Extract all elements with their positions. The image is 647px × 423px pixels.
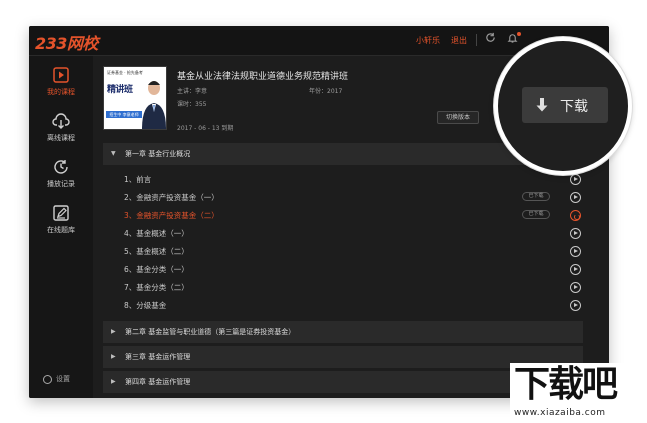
thumbnail-caption: 证券基金 · 抢先备考: [107, 70, 143, 75]
course-lessons: 课时：355: [177, 101, 207, 108]
chevron-down-icon: ▼: [111, 150, 116, 157]
app-logo: 233网校: [35, 34, 98, 53]
screenshot-stage: 233网校 小轩乐 退出 我的课程 离线课程 播放记录 在线题库 设置 证券基金…: [0, 0, 647, 423]
sidebar-item-label: 播放记录: [47, 180, 75, 188]
lesson-item[interactable]: 5、基金概述（二）: [124, 246, 189, 258]
switch-version-button[interactable]: 切换版本: [437, 111, 479, 124]
course-title: 基金从业法律法规职业道德业务规范精讲班: [177, 72, 349, 82]
lesson-item[interactable]: 4、基金概述（一）: [124, 228, 189, 240]
chapter-title: 第四章 基金运作管理: [125, 378, 191, 386]
download-button[interactable]: 下载: [522, 87, 608, 123]
lesson-item[interactable]: 2、金融资产投资基金（一）: [124, 192, 219, 204]
cloud-download-icon: [52, 113, 70, 129]
chapter-title: 第一章 基金行业概况: [125, 150, 191, 158]
sidebar-item-label: 我的课程: [47, 88, 75, 96]
refresh-icon[interactable]: [485, 32, 496, 48]
play-icon[interactable]: [570, 300, 581, 311]
settings-label: 设置: [56, 375, 70, 383]
playing-icon[interactable]: [570, 210, 581, 221]
site-watermark: 下载吧 www.xiazaiba.com: [510, 363, 647, 423]
lesson-item-active[interactable]: 3、金融资产投资基金（二）: [124, 210, 219, 222]
watermark-url: www.xiazaiba.com: [514, 408, 606, 418]
download-arrow-icon: [536, 98, 548, 112]
lesson-item[interactable]: 8、分级基金: [124, 300, 166, 312]
settings-button[interactable]: 设置: [43, 374, 70, 384]
chevron-right-icon: ▶: [111, 378, 116, 385]
gear-icon: [43, 374, 52, 384]
downloaded-badge: 已下载: [522, 210, 550, 219]
play-icon[interactable]: [570, 246, 581, 257]
lesson-item[interactable]: 6、基金分类（一）: [124, 264, 189, 276]
sidebar-item-label: 在线题库: [47, 226, 75, 234]
logout-link[interactable]: 退出: [451, 35, 467, 46]
play-icon[interactable]: [570, 228, 581, 239]
sidebar: 我的课程 离线课程 播放记录 在线题库 设置: [29, 56, 93, 398]
play-icon[interactable]: [570, 192, 581, 203]
play-square-icon: [53, 67, 69, 83]
lesson-item[interactable]: 1、前言: [124, 174, 151, 186]
chapter-header[interactable]: ▶ 第二章 基金监管与职业道德（第三篇是证券投资基金）: [103, 321, 583, 343]
notification-dot: [517, 32, 521, 36]
chevron-right-icon: ▶: [111, 353, 116, 360]
course-thumbnail[interactable]: 证券基金 · 抢先备考 精讲班 招生中 李意老师: [103, 66, 167, 130]
teacher-photo: [142, 81, 166, 129]
sidebar-item-offline-courses[interactable]: 离线课程: [29, 112, 93, 156]
play-icon[interactable]: [570, 264, 581, 275]
downloaded-badge: 已下载: [522, 192, 550, 201]
username-link[interactable]: 小轩乐: [416, 35, 440, 46]
sidebar-item-play-history[interactable]: 播放记录: [29, 158, 93, 202]
download-label: 下载: [560, 99, 588, 115]
chapter-title: 第三章 基金运作管理: [125, 353, 191, 361]
course-teacher: 主讲：李意: [177, 88, 208, 95]
magnifier-callout: 下载: [494, 37, 632, 175]
thumbnail-title: 精讲班: [107, 85, 133, 95]
chevron-right-icon: ▶: [111, 328, 116, 335]
course-year: 年份：2017: [309, 88, 343, 95]
play-icon[interactable]: [570, 174, 581, 185]
sidebar-item-label: 离线课程: [47, 134, 75, 142]
clock-history-icon: [54, 160, 68, 174]
play-icon[interactable]: [570, 282, 581, 293]
sidebar-item-my-courses[interactable]: 我的课程: [29, 66, 93, 110]
sidebar-item-question-bank[interactable]: 在线题库: [29, 204, 93, 248]
lesson-item[interactable]: 7、基金分类（二）: [124, 282, 189, 294]
chapter-title: 第二章 基金监管与职业道德（第三篇是证券投资基金）: [125, 328, 296, 336]
thumbnail-band: 招生中 李意老师: [106, 111, 142, 118]
title-divider: [476, 34, 477, 46]
watermark-logo: 下载吧: [514, 364, 618, 405]
edit-square-icon: [53, 205, 69, 221]
course-expiry: 2017 - 06 - 13 到期: [177, 125, 234, 132]
